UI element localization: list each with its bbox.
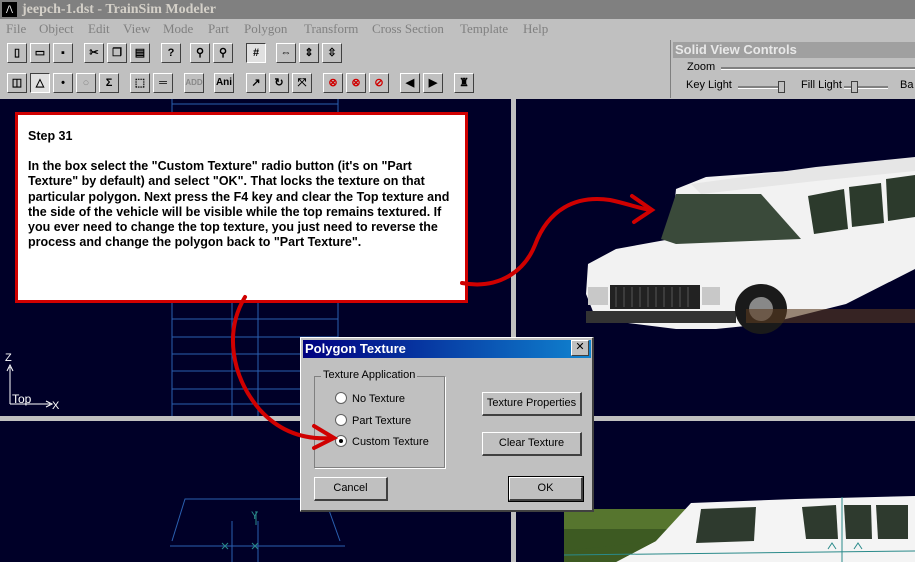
window-title: jeepch-1.dst - TrainSim Modeler: [22, 2, 216, 17]
copy-icon[interactable]: ❐: [107, 43, 127, 63]
marquee-icon[interactable]: ⬚: [130, 73, 150, 93]
menu-mode[interactable]: Mode: [163, 21, 193, 37]
help-icon[interactable]: ?: [161, 43, 181, 63]
radio-no-texture[interactable]: No Texture: [335, 392, 405, 405]
radio-label: Part Texture: [352, 415, 412, 427]
polygon-texture-dialog: Polygon Texture ✕ Texture Application No…: [300, 337, 594, 512]
key-light-thumb[interactable]: [778, 81, 785, 93]
menu-bar: File Object Edit View Mode Part Polygon …: [0, 19, 915, 39]
scale-icon[interactable]: ⤧: [292, 73, 312, 93]
note-body: In the box select the "Custom Texture" r…: [28, 159, 450, 250]
title-bar: /\ jeepch-1.dst - TrainSim Modeler: [0, 0, 915, 19]
previous-icon[interactable]: ◀: [400, 73, 420, 93]
zoom-label: Zoom: [687, 61, 716, 73]
delete-polygon-icon[interactable]: ⊗: [346, 73, 366, 93]
menu-template[interactable]: Template: [460, 21, 508, 37]
menu-view[interactable]: View: [123, 21, 150, 37]
instruction-note: Step 31 In the box select the "Custom Te…: [15, 112, 468, 303]
solid-view-controls: Solid View Controls Zoom Key Light Fill …: [670, 40, 915, 98]
menu-transform[interactable]: Transform: [304, 21, 358, 37]
radio-custom-texture[interactable]: Custom Texture: [335, 435, 429, 448]
menu-help[interactable]: Help: [523, 21, 548, 37]
delete-icon[interactable]: ⊗: [323, 73, 343, 93]
select-object-icon[interactable]: ◫: [7, 73, 27, 93]
clear-texture-button[interactable]: Clear Texture: [482, 432, 582, 456]
ruler-icon[interactable]: ═: [153, 73, 173, 93]
delete-point-icon[interactable]: ⊘: [369, 73, 389, 93]
select-point-icon[interactable]: •: [53, 73, 73, 93]
app-icon: /\: [2, 2, 17, 17]
save-icon[interactable]: ▪: [53, 43, 73, 63]
texture-application-group: Texture Application No Texture Part Text…: [314, 369, 445, 468]
menu-file[interactable]: File: [6, 21, 26, 37]
dialog-title-text: Polygon Texture: [305, 341, 406, 356]
solid-view-controls-title: Solid View Controls: [673, 42, 915, 58]
menu-part[interactable]: Part: [208, 21, 229, 37]
binoculars-icon[interactable]: ♜: [454, 73, 474, 93]
radio-label: No Texture: [352, 393, 405, 405]
z-axis-label: Z: [5, 352, 12, 364]
ok-button[interactable]: OK: [508, 476, 584, 502]
animation-button[interactable]: Ani: [214, 73, 234, 93]
note-title: Step 31: [28, 129, 73, 143]
y-axis-label: Y: [251, 510, 259, 522]
mirror-x-icon[interactable]: ⇔: [276, 43, 296, 63]
zoom-out-icon[interactable]: ⚲: [213, 43, 233, 63]
x-axis-label: X: [52, 400, 60, 412]
fill-light-thumb[interactable]: [851, 81, 858, 93]
menu-edit[interactable]: Edit: [88, 21, 110, 37]
radio-icon: [335, 392, 347, 404]
radio-selected-icon: [335, 435, 347, 447]
sigma-icon[interactable]: Σ: [99, 73, 119, 93]
viewport-name-label: Top: [12, 392, 32, 406]
cut-icon[interactable]: ✂: [84, 43, 104, 63]
add-button[interactable]: ADD: [184, 73, 204, 93]
open-folder-icon[interactable]: ▭: [30, 43, 50, 63]
mirror-z-icon[interactable]: ⇳: [322, 43, 342, 63]
close-icon[interactable]: ✕: [571, 340, 589, 356]
radio-icon: [335, 414, 347, 426]
mirror-y-icon[interactable]: ⇕: [299, 43, 319, 63]
texture-properties-button[interactable]: Texture Properties: [482, 392, 582, 416]
toolbar-tools: ◫ △ • ○ Σ ⬚ ═ ADD Ani ↗ ↻ ⤧ ⊗ ⊗ ⊘ ◀ ▶ ♜: [0, 70, 670, 94]
paste-icon[interactable]: ▤: [130, 43, 150, 63]
toolbar-main: ▯ ▭ ▪ ✂ ❐ ▤ ? ⚲ ⚲ # ⇔ ⇕ ⇳: [0, 41, 670, 65]
circle-icon[interactable]: ○: [76, 73, 96, 93]
zoom-in-icon[interactable]: ⚲: [190, 43, 210, 63]
move-icon[interactable]: ↗: [246, 73, 266, 93]
menu-object[interactable]: Object: [39, 21, 74, 37]
cancel-button[interactable]: Cancel: [314, 477, 388, 501]
zoom-slider[interactable]: [721, 67, 915, 70]
select-polygon-icon[interactable]: △: [30, 73, 50, 93]
new-file-icon[interactable]: ▯: [7, 43, 27, 63]
rotate-icon[interactable]: ↻: [269, 73, 289, 93]
menu-polygon[interactable]: Polygon: [244, 21, 287, 37]
back-light-label: Ba: [900, 79, 914, 91]
fill-light-label: Fill Light: [801, 79, 842, 91]
group-label: Texture Application: [321, 369, 418, 381]
radio-label: Custom Texture: [352, 436, 429, 448]
key-light-label: Key Light: [686, 79, 732, 91]
dialog-title: Polygon Texture: [303, 340, 591, 358]
grid-icon[interactable]: #: [246, 43, 266, 63]
next-icon[interactable]: ▶: [423, 73, 443, 93]
radio-part-texture[interactable]: Part Texture: [335, 414, 411, 427]
menu-cross-section[interactable]: Cross Section: [372, 21, 444, 37]
